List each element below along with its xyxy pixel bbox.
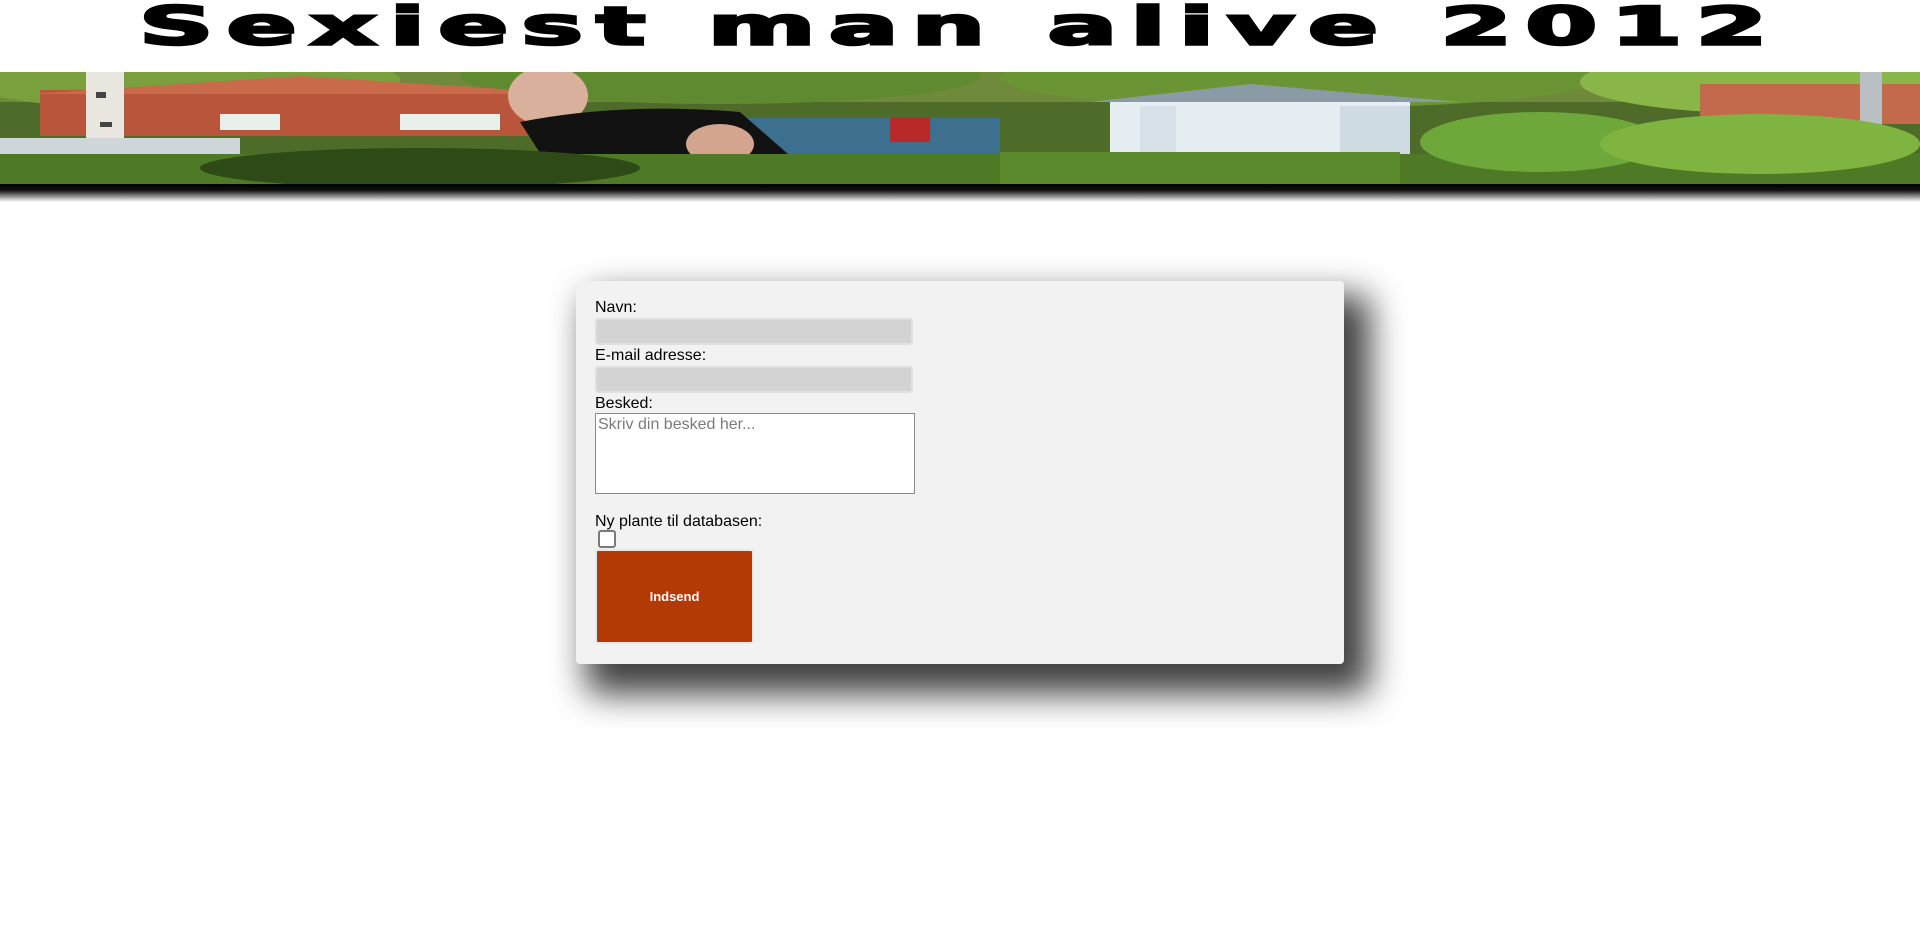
name-label: Navn:: [595, 299, 637, 316]
garden-photo-banner-icon: [0, 72, 1920, 184]
name-input[interactable]: [595, 318, 913, 345]
site-header: Sexiest man alive 2012: [0, 0, 1920, 72]
email-input[interactable]: [595, 366, 913, 393]
new-plant-checkbox[interactable]: [598, 530, 616, 548]
banner-image: [0, 72, 1920, 184]
banner-shadow: [0, 184, 1920, 202]
site-title: Sexiest man alive 2012: [137, 0, 1781, 58]
email-label: E-mail adresse:: [595, 347, 707, 364]
new-plant-label: Ny plante til databasen:: [595, 513, 763, 530]
message-label: Besked:: [595, 395, 653, 412]
message-textarea[interactable]: [595, 413, 915, 494]
submit-button[interactable]: Indsend: [595, 549, 754, 644]
submit-button-label: Indsend: [649, 589, 700, 604]
contact-form: Navn: E-mail adresse: Besked: Ny plante …: [576, 281, 1344, 664]
